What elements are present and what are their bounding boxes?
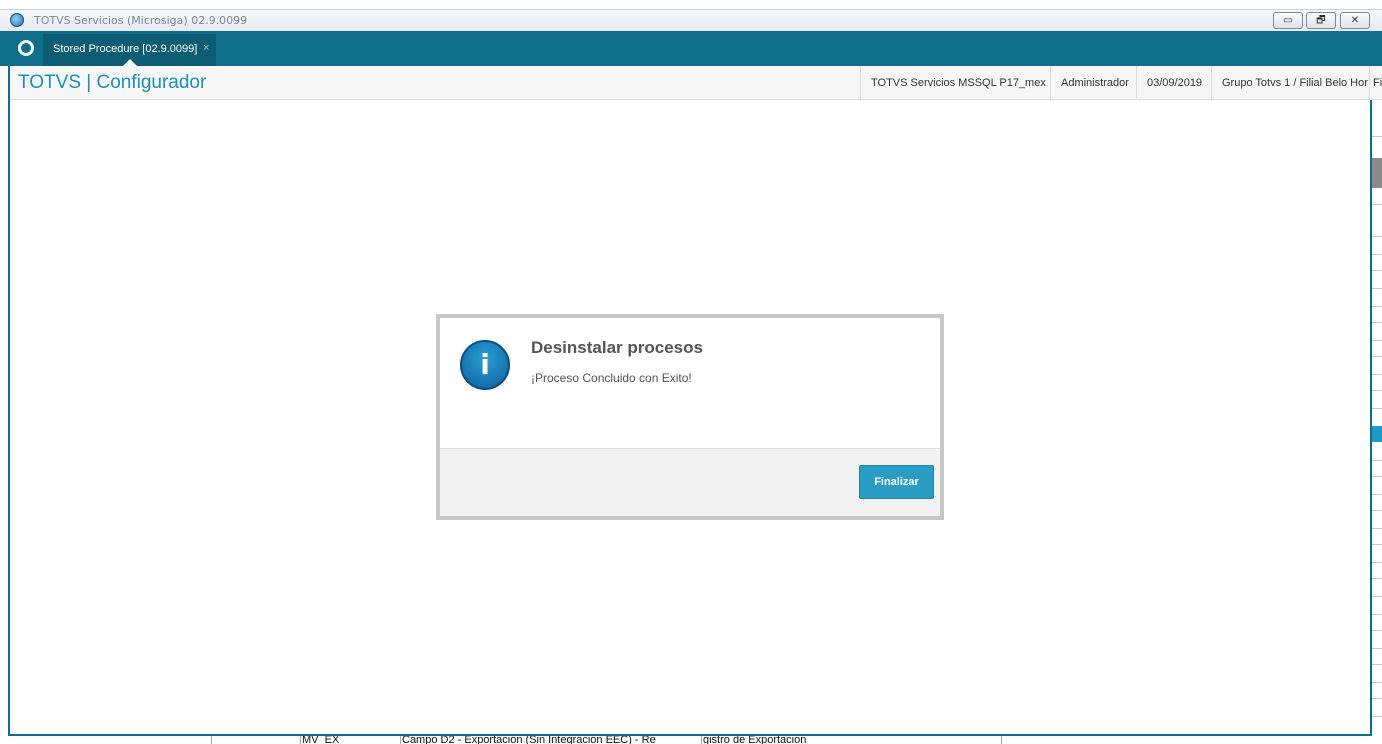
user-label: Administrador xyxy=(1050,66,1136,100)
background-grid-strip xyxy=(1372,136,1382,736)
tab-bar: Stored Procedure [02.9.0099] × xyxy=(0,31,1382,66)
dialog-footer: Finalizar xyxy=(440,448,940,516)
info-dialog: i Desinstalar procesos ¡Proceso Concluid… xyxy=(436,314,944,520)
info-icon: i xyxy=(460,340,510,390)
extra-label: Fil xyxy=(1369,66,1382,100)
window-title-bar[interactable]: TOTVS Servicios (Microsiga) 02.9.0099 ▭ … xyxy=(0,9,1382,31)
minimize-button[interactable]: ▭ xyxy=(1273,12,1303,29)
tab-close-icon[interactable]: × xyxy=(203,42,209,54)
frame-border-left xyxy=(8,66,10,736)
finalizar-button[interactable]: Finalizar xyxy=(859,465,934,499)
restore-button[interactable]: 🗗 xyxy=(1306,12,1336,29)
row-cell-description-cont: gistro de Exportacion xyxy=(703,736,807,744)
dialog-body: i Desinstalar procesos ¡Proceso Concluid… xyxy=(440,318,940,516)
active-tab-indicator xyxy=(123,59,137,66)
totvs-menu-icon[interactable] xyxy=(18,40,34,56)
app-logo-icon xyxy=(10,13,24,27)
environment-label: TOTVS Servicios MSSQL P17_mex xyxy=(860,66,1050,100)
info-glyph: i xyxy=(480,348,490,381)
branch-label: Grupo Totvs 1 / Filial Belo Hor xyxy=(1211,66,1369,100)
app-window: TOTVS Servicios (Microsiga) 02.9.0099 ▭ … xyxy=(0,0,1382,744)
background-table-row: MV_EX Campo D2 - Exportacion (Sin Integr… xyxy=(0,736,1382,744)
app-header: TOTVS | Configurador TOTVS Servicios MSS… xyxy=(9,66,1382,100)
close-window-button[interactable]: ✕ xyxy=(1340,12,1370,29)
dialog-message: ¡Proceso Concluido con Exito! xyxy=(531,371,692,385)
tab-label: Stored Procedure [02.9.0099] xyxy=(53,43,198,55)
tab-stored-procedure[interactable]: Stored Procedure [02.9.0099] × xyxy=(43,34,216,66)
date-label: 03/09/2019 xyxy=(1136,66,1211,100)
window-title: TOTVS Servicios (Microsiga) 02.9.0099 xyxy=(34,14,248,27)
page-title: TOTVS | Configurador xyxy=(18,72,207,93)
row-cell-parameter: MV_EX xyxy=(302,736,340,744)
row-cell-description: Campo D2 - Exportacion (Sin Integracion … xyxy=(402,736,656,744)
dialog-title: Desinstalar procesos xyxy=(531,338,703,357)
